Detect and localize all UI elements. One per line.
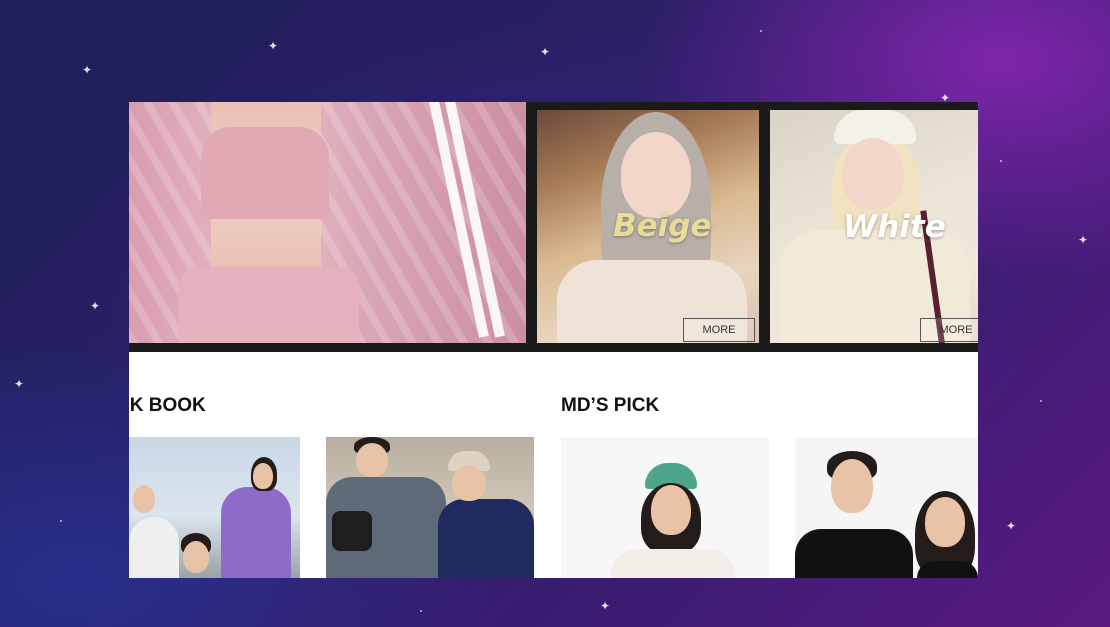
model-face [831,459,873,513]
mds-pick-card[interactable] [795,437,978,578]
sparkle-icon: ✦ [268,39,279,53]
website-preview: Beige MORE White MORE OK BOOK MD’S PICK [129,102,978,578]
sparkle-icon: ✦ [1006,519,1017,533]
model-tshirt-black [917,561,978,578]
model-face [621,132,691,218]
hero-figure-top [201,127,329,219]
star-dot [1040,400,1042,402]
sparkle-icon: ✦ [90,299,101,313]
lookbook-card[interactable] [326,437,534,578]
mds-pick-card[interactable] [561,437,769,578]
promo-word-beige: Beige [613,208,712,244]
lookbook-heading: OK BOOK [129,395,206,416]
more-button-beige[interactable]: MORE [683,318,755,342]
sparkle-icon: ✦ [82,63,93,77]
model-face [253,463,273,489]
model-face [925,497,965,547]
hero-banner-image[interactable] [129,102,526,343]
sparkle-icon: ✦ [14,377,25,391]
banner-strip: Beige MORE White MORE [129,102,978,352]
model-face [651,485,691,535]
model-tshirt-black [795,529,913,578]
model-bag [332,511,372,551]
promo-card-white[interactable]: White MORE [770,110,978,343]
model-face [183,541,209,573]
sparkle-icon: ✦ [540,45,551,59]
star-dot [760,30,762,32]
star-dot [60,520,62,522]
sparkle-icon: ✦ [600,599,611,613]
model-face [842,138,904,210]
more-button-white[interactable]: MORE [920,318,978,342]
star-dot [1000,160,1002,162]
model-tracksuit [438,499,534,578]
model-face [452,465,486,501]
model-outfit-purple [221,487,291,578]
mds-pick-heading: MD’S PICK [561,395,660,416]
model-tshirt [611,549,735,578]
promo-word-white: White [843,209,946,245]
model-outfit [129,517,179,578]
model-face [356,443,388,477]
lookbook-card[interactable] [129,437,300,578]
sparkle-icon: ✦ [1078,233,1089,247]
model-face [133,485,155,513]
star-dot [420,610,422,612]
hero-figure-pants [179,267,359,343]
promo-card-beige[interactable]: Beige MORE [537,110,759,343]
